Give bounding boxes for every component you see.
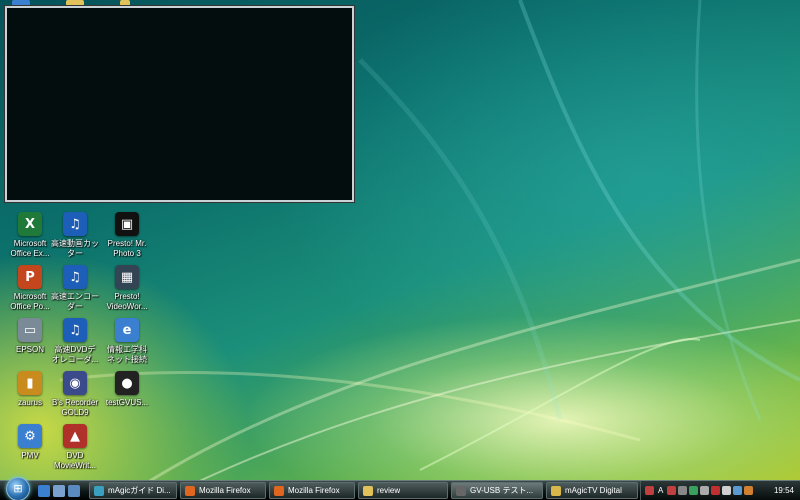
excel-icon: X	[18, 212, 42, 236]
ime-icon[interactable]	[667, 486, 677, 495]
update-icon[interactable]	[733, 486, 743, 495]
zaurus-icon: ▮	[18, 371, 42, 395]
start-button[interactable]: ⊞	[6, 476, 30, 500]
show-desktop-icon[interactable]	[53, 484, 65, 497]
taskbar-button[interactable]: Mozilla Firefox	[269, 482, 355, 499]
taskbar: ⊞ mAgicガイド Di... Mozilla Firefox Mozilla F…	[0, 476, 800, 500]
network-shortcut-icon: e	[115, 318, 139, 342]
desktop-icon-label: 高速DVDデ オレコーダ...	[51, 345, 99, 364]
battery-icon[interactable]	[722, 486, 732, 495]
taskbar-button[interactable]: GV-USB テスト...	[451, 482, 543, 499]
taskbar-button[interactable]: Mozilla Firefox	[180, 482, 266, 499]
taskbar-button-label: mAgicTV Digital	[565, 486, 622, 495]
encoder-icon: ♫	[63, 265, 87, 289]
tv-tuner-icon[interactable]	[744, 486, 754, 495]
desktop-icon[interactable]: ◉ B's Recorder GOLD9	[47, 371, 103, 418]
desktop-icon[interactable]: ● testGVUS...	[99, 371, 155, 408]
magictv-icon	[551, 485, 561, 496]
desktop-icon-label: 高速エンコー ダー	[51, 292, 99, 311]
switch-windows-icon[interactable]	[68, 484, 80, 497]
bs-recorder-icon: ◉	[63, 371, 87, 395]
gv-usb-icon	[456, 485, 466, 496]
volume-icon[interactable]	[700, 486, 710, 495]
desktop-icon[interactable]: ♫ 高速DVDデ オレコーダ...	[47, 318, 103, 365]
firefox-icon	[274, 485, 284, 496]
desktop-icon-label: Presto! VideoWor...	[106, 292, 148, 311]
desktop-icon-label: B's Recorder GOLD9	[52, 398, 98, 417]
taskbar-button[interactable]: mAgicTV Digital	[546, 482, 638, 499]
dvd-moviewriter-icon: ▲	[63, 424, 87, 448]
network-icon[interactable]	[689, 486, 699, 495]
videoworks-icon: ▦	[115, 265, 139, 289]
printer-icon: ▭	[18, 318, 42, 342]
test-gvusb-icon: ●	[115, 371, 139, 395]
powerpoint-icon: P	[18, 265, 42, 289]
taskbar-button[interactable]: review	[358, 482, 448, 499]
taskbar-button-label: Mozilla Firefox	[199, 486, 251, 495]
dvd-recorder-icon: ♫	[63, 318, 87, 342]
security-icon[interactable]	[711, 486, 721, 495]
desktop-icon[interactable]: ▲ DVD MovieWrit...	[47, 424, 103, 471]
pmv-icon: ⚙	[18, 424, 42, 448]
mr-photo-icon: ▣	[115, 212, 139, 236]
desktop-icon-label: Presto! Mr. Photo 3	[107, 239, 147, 258]
taskbar-buttons: mAgicガイド Di... Mozilla Firefox Mozilla Fir…	[86, 482, 638, 499]
firefox-icon	[185, 485, 195, 496]
desktop-icon[interactable]: ♫ 高速動画カッ ター	[47, 212, 103, 259]
desktop-icon-label: 高速動画カッ ター	[51, 239, 99, 258]
desktop-icon[interactable]: ▦ Presto! VideoWor...	[99, 265, 155, 312]
desktop-icon-label: DVD MovieWrit...	[53, 451, 97, 470]
system-tray: A 19:54	[640, 481, 800, 500]
taskbar-button-label: Mozilla Firefox	[288, 486, 340, 495]
taskbar-button-label: mAgicガイド Di...	[108, 486, 171, 495]
desktop-icon[interactable]: ♫ 高速エンコー ダー	[47, 265, 103, 312]
taskbar-button-label: review	[377, 486, 401, 495]
quick-launch	[38, 484, 80, 497]
ie-icon[interactable]	[38, 484, 50, 497]
taskbar-button-label: GV-USB テスト...	[470, 486, 534, 495]
ime-mode[interactable]: A	[658, 486, 663, 495]
chevron-left-icon[interactable]	[678, 486, 688, 495]
windows-logo-icon: ⊞	[13, 482, 23, 495]
desktop-icon-label: 情報エ学科 ネット接続	[107, 345, 147, 364]
desktop-icon[interactable]: e 情報エ学科 ネット接続	[99, 318, 155, 365]
ime-icon[interactable]	[645, 486, 654, 495]
desktop-icon-label: testGVUS...	[105, 398, 149, 407]
tray-icons	[667, 486, 754, 495]
taskbar-button[interactable]: mAgicガイド Di...	[89, 482, 177, 499]
folder-icon	[363, 485, 373, 496]
video-preview-window[interactable]	[5, 6, 354, 202]
magic-guide-icon	[94, 485, 104, 496]
desktop-icon[interactable]: ▣ Presto! Mr. Photo 3	[99, 212, 155, 259]
clock[interactable]: 19:54	[774, 486, 794, 495]
video-cutter-icon: ♫	[63, 212, 87, 236]
